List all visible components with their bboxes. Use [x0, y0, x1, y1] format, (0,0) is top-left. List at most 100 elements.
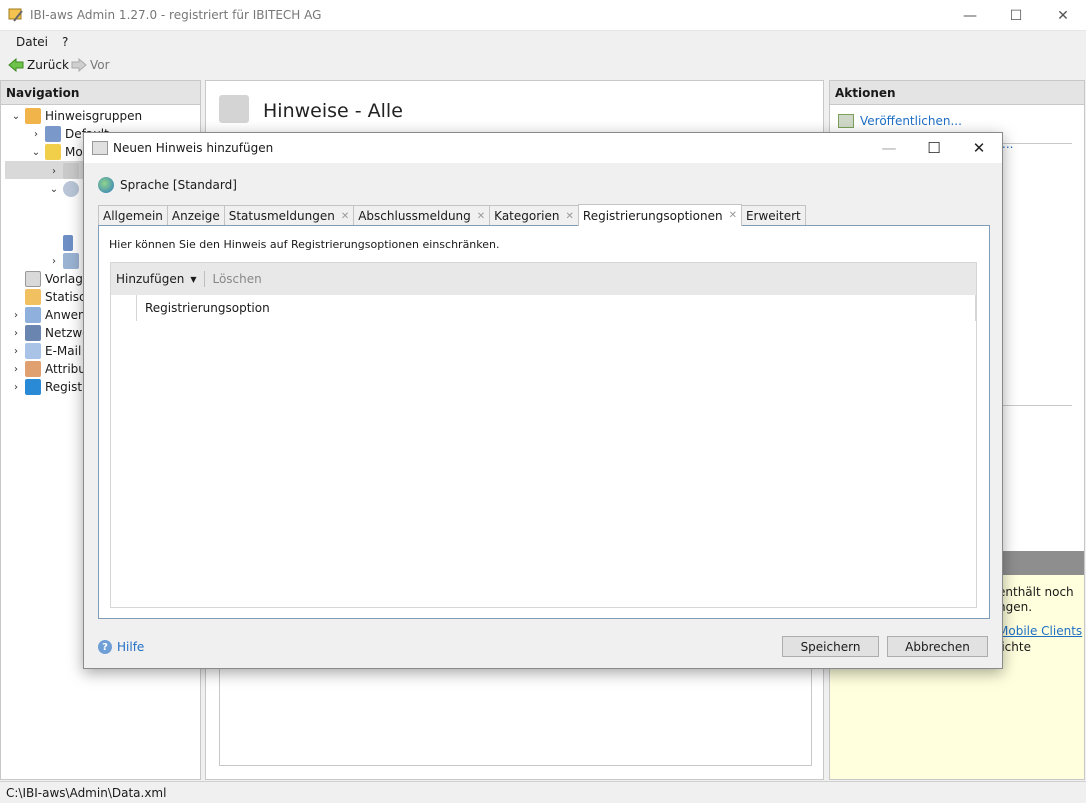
tag-icon	[63, 253, 79, 269]
back-button[interactable]: Zurück	[8, 58, 69, 72]
app-icon	[8, 8, 23, 22]
tab-close-icon[interactable]: ✕	[477, 211, 485, 222]
dialog-minimize-button[interactable]: —	[866, 133, 912, 163]
collapsed-chevron-icon[interactable]: ›	[29, 129, 43, 140]
tree-item-label: Anwen	[45, 308, 86, 322]
menu-help[interactable]: ?	[62, 35, 68, 49]
help-icon: ?	[98, 640, 112, 654]
tab-abschlussmeldung[interactable]: Abschlussmeldung ✕	[353, 205, 491, 226]
publish-link: Veröffentlichen...	[860, 114, 962, 128]
close-button[interactable]: ✕	[1040, 0, 1086, 31]
dialog-titlebar: Neuen Hinweis hinzufügen — ☐ ✕	[84, 133, 1002, 163]
tab-label: Abschlussmeldung	[358, 209, 471, 223]
expanded-chevron-icon[interactable]: ⌄	[9, 111, 23, 122]
info-text-line: enthält noch	[998, 585, 1074, 599]
document-icon	[45, 126, 61, 142]
language-selector[interactable]: Sprache [Standard]	[98, 177, 237, 193]
attribute-icon	[25, 361, 41, 377]
detail-box	[219, 666, 812, 766]
tree-item-vorlagen[interactable]: Vorlage	[9, 270, 90, 288]
cancel-button[interactable]: Abbrechen	[887, 636, 988, 657]
tree-item-label: Mo	[65, 145, 83, 159]
back-arrow-icon	[8, 58, 24, 72]
collapsed-chevron-icon[interactable]: ›	[47, 166, 61, 177]
language-label: Sprache [Standard]	[120, 178, 237, 192]
actions-header: Aktionen	[830, 81, 1084, 105]
tab-close-icon[interactable]: ✕	[729, 210, 737, 221]
tab-erweitert[interactable]: Erweitert	[740, 205, 806, 226]
email-icon	[25, 343, 41, 359]
save-button[interactable]: Speichern	[782, 636, 879, 657]
add-dropdown-button[interactable]: Hinzufügen ▼	[116, 272, 196, 286]
expanded-chevron-icon[interactable]: ⌄	[47, 184, 61, 195]
window-titlebar: IBI-aws Admin 1.27.0 - registriert für I…	[0, 0, 1086, 31]
tab-kategorien[interactable]: Kategorien ✕	[489, 205, 579, 226]
tab-label: Kategorien	[494, 209, 560, 223]
info-text-line: ngen.	[998, 600, 1033, 614]
tab-label: Registrierungsoptionen	[582, 208, 723, 223]
minimize-button[interactable]: —	[947, 0, 993, 31]
tree-item-mo[interactable]: ⌄ Mo	[29, 143, 83, 161]
registry-icon	[25, 379, 41, 395]
tab-close-icon[interactable]: ✕	[341, 211, 349, 222]
forward-label: Vor	[90, 58, 110, 72]
collapsed-chevron-icon[interactable]: ›	[9, 382, 23, 393]
dialog-title: Neuen Hinweis hinzufügen	[113, 141, 274, 155]
help-label: Hilfe	[117, 640, 145, 654]
tab-anzeige[interactable]: Anzeige	[166, 205, 225, 226]
box-icon	[25, 108, 41, 124]
tree-item-registrierung[interactable]: › Registr	[9, 378, 87, 396]
phone-icon	[63, 235, 73, 251]
dialog-close-button[interactable]: ✕	[956, 133, 1002, 163]
tab-registrierungsoptionen[interactable]: Registrierungsoptionen ✕	[577, 204, 742, 226]
expanded-chevron-icon[interactable]: ⌄	[29, 147, 43, 158]
maximize-button[interactable]: ☐	[993, 0, 1039, 31]
navigation-header: Navigation	[1, 81, 200, 105]
dialog-icon	[92, 141, 108, 155]
tab-label: Allgemein	[103, 209, 163, 223]
wrench-icon	[63, 181, 79, 197]
globe-icon	[98, 177, 114, 193]
tree-item-label: Registr	[45, 380, 88, 394]
collapsed-chevron-icon[interactable]: ›	[9, 364, 23, 375]
help-link[interactable]: ? Hilfe	[98, 640, 144, 654]
network-icon	[25, 325, 41, 341]
column-header-registrierungsoption[interactable]: Registrierungsoption	[136, 295, 976, 321]
delete-button[interactable]: Löschen	[212, 272, 261, 286]
collapsed-chevron-icon[interactable]: ›	[9, 346, 23, 357]
nav-toolbar: Zurück Vor	[0, 53, 1086, 79]
tree-item-device[interactable]	[61, 234, 77, 252]
statistics-icon	[25, 289, 41, 305]
tab-label: Statusmeldungen	[228, 209, 335, 223]
tree-item-netzwerk[interactable]: › Netzwe	[9, 324, 90, 342]
notes-icon	[63, 163, 79, 179]
publish-action[interactable]: Veröffentlichen...	[838, 114, 962, 128]
collapsed-chevron-icon[interactable]: ›	[9, 328, 23, 339]
action-link-fragment[interactable]: ...	[1002, 137, 1013, 151]
tab-statusmeldungen[interactable]: Statusmeldungen ✕	[223, 205, 355, 226]
tree-item-settings[interactable]: ⌄	[47, 180, 83, 198]
tab-close-icon[interactable]: ✕	[566, 211, 574, 222]
add-label: Hinzufügen	[116, 272, 185, 286]
tree-item-anwendungen[interactable]: › Anwen	[9, 306, 86, 324]
menu-datei[interactable]: Datei	[16, 35, 48, 49]
tree-item-attribute[interactable]: › Attribu	[9, 360, 86, 378]
tree-item-email[interactable]: › E-Mail	[9, 342, 81, 360]
tree-item-selected[interactable]: ›	[47, 162, 83, 180]
tree-item-hinweisgruppen[interactable]: ⌄ Hinweisgruppen	[9, 107, 142, 125]
forward-arrow-icon	[71, 58, 87, 72]
forward-button[interactable]: Vor	[71, 58, 110, 72]
status-bar: C:\IBI-aws\Admin\Data.xml	[0, 781, 1086, 803]
application-icon	[25, 307, 41, 323]
tree-item-statistik[interactable]: Statiscl	[9, 288, 89, 306]
dialog-maximize-button[interactable]: ☐	[911, 133, 957, 163]
collapsed-chevron-icon[interactable]: ›	[9, 310, 23, 321]
collapsed-chevron-icon[interactable]: ›	[47, 256, 61, 267]
page-title: Hinweise - Alle	[263, 100, 403, 122]
toolbar-separator	[204, 271, 206, 287]
notes-header-icon	[219, 95, 249, 123]
mobile-clients-link[interactable]: Mobile Clients	[998, 624, 1082, 638]
tree-item-tags[interactable]: ›	[47, 252, 83, 270]
tab-allgemein[interactable]: Allgemein	[98, 205, 168, 226]
tab-description: Hier können Sie den Hinweis auf Registri…	[109, 238, 500, 251]
